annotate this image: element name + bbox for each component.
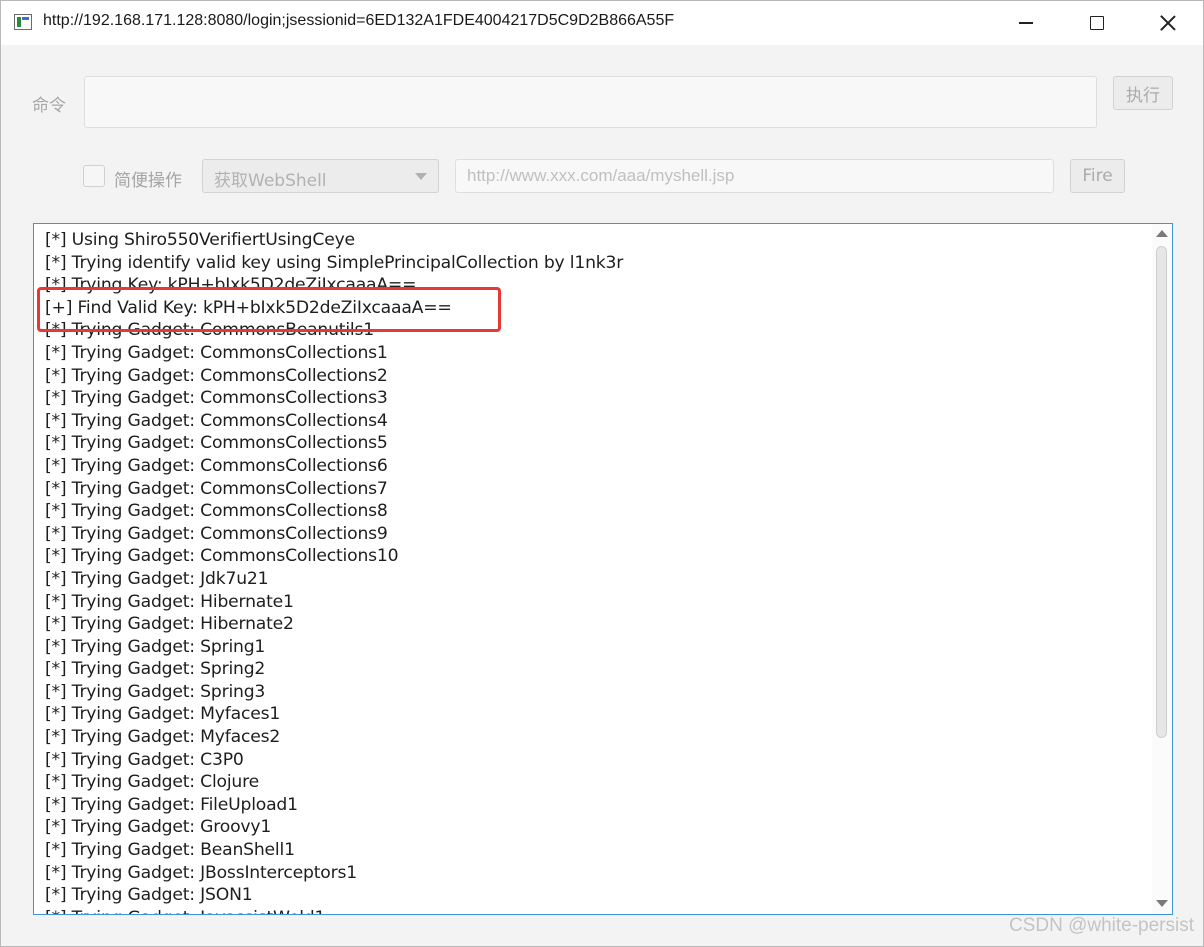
- scroll-down-icon[interactable]: [1156, 900, 1168, 907]
- maximize-button[interactable]: [1063, 1, 1131, 45]
- app-window: http://192.168.171.128:8080/login;jsessi…: [0, 0, 1204, 947]
- log-line: [*] Trying Gadget: CommonsCollections2: [45, 365, 388, 386]
- log-line: [*] Trying Gadget: Hibernate2: [45, 614, 294, 635]
- vertical-scrollbar[interactable]: [1152, 224, 1172, 913]
- window-title: http://192.168.171.128:8080/login;jsessi…: [43, 12, 675, 29]
- log-line: [*] Trying identify valid key using Simp…: [45, 252, 624, 273]
- log-line: [*] Trying Gadget: CommonsCollections5: [45, 433, 388, 454]
- execute-button[interactable]: 执行: [1113, 76, 1173, 110]
- chevron-down-icon: [415, 173, 427, 180]
- log-line: [*] Trying Gadget: CommonsCollections9: [45, 523, 388, 544]
- log-line: [*] Trying Gadget: Spring3: [45, 681, 266, 702]
- log-line: [*] Trying Gadget: C3P0: [45, 749, 244, 770]
- log-line: [*] Trying Gadget: CommonsCollections10: [45, 546, 399, 567]
- valid-key-highlight: [37, 287, 501, 332]
- log-line: [*] Trying Gadget: Jdk7u21: [45, 568, 269, 589]
- command-label: 命令: [32, 96, 66, 116]
- log-line: [*] Trying Gadget: CommonsCollections4: [45, 410, 388, 431]
- log-line: [*] Trying Gadget: JBossInterceptors1: [45, 862, 357, 883]
- log-line: [*] Trying Gadget: JavassistWeld1: [45, 907, 1148, 914]
- scroll-thumb[interactable]: [1156, 246, 1167, 738]
- fire-button[interactable]: Fire: [1070, 159, 1125, 193]
- log-output[interactable]: [*] Using Shiro550VerifiertUsingCeye [*] …: [33, 223, 1173, 915]
- log-line: [*] Trying Gadget: Clojure: [45, 772, 259, 793]
- scroll-up-icon[interactable]: [1156, 230, 1168, 237]
- log-line: [*] Trying Gadget: JSON1: [45, 885, 253, 906]
- log-line: [*] Trying Gadget: BeanShell1: [45, 840, 295, 861]
- log-line: [*] Trying Gadget: Spring1: [45, 636, 266, 657]
- log-line: [*] Trying Gadget: Hibernate1: [45, 591, 294, 612]
- log-line: [*] Using Shiro550VerifiertUsingCeye: [45, 230, 355, 250]
- operation-select-value: 获取WebShell: [214, 171, 327, 191]
- close-button[interactable]: [1134, 1, 1202, 45]
- log-line: [*] Trying Gadget: CommonsCollections6: [45, 455, 388, 476]
- watermark: CSDN @white-persist: [1008, 915, 1194, 936]
- log-line: [*] Trying Gadget: CommonsCollections1: [45, 342, 388, 363]
- log-line: [*] Trying Gadget: Myfaces1: [45, 704, 281, 725]
- quick-ops-checkbox[interactable]: [83, 165, 105, 187]
- shell-url-input[interactable]: http://www.xxx.com/aaa/myshell.jsp: [455, 159, 1054, 193]
- title-bar[interactable]: http://192.168.171.128:8080/login;jsessi…: [1, 1, 1203, 45]
- minimize-icon: [1019, 22, 1033, 24]
- maximize-icon: [1090, 16, 1104, 30]
- app-icon: [14, 14, 32, 30]
- log-line: [*] Trying Gadget: FileUpload1: [45, 794, 298, 815]
- operation-select[interactable]: 获取WebShell: [202, 159, 439, 193]
- quick-ops-label: 简便操作: [114, 171, 182, 191]
- log-line: [*] Trying Gadget: CommonsCollections8: [45, 501, 388, 522]
- close-icon: [1160, 15, 1176, 31]
- log-line: [*] Trying Gadget: Myfaces2: [45, 727, 281, 748]
- log-line: [*] Trying Gadget: CommonsCollections3: [45, 388, 388, 409]
- log-line: [*] Trying Gadget: Groovy1: [45, 817, 272, 838]
- log-line: [*] Trying Gadget: Spring2: [45, 659, 266, 680]
- minimize-button[interactable]: [992, 1, 1060, 45]
- log-line: [*] Trying Gadget: CommonsCollections7: [45, 478, 388, 499]
- command-input[interactable]: [84, 76, 1097, 128]
